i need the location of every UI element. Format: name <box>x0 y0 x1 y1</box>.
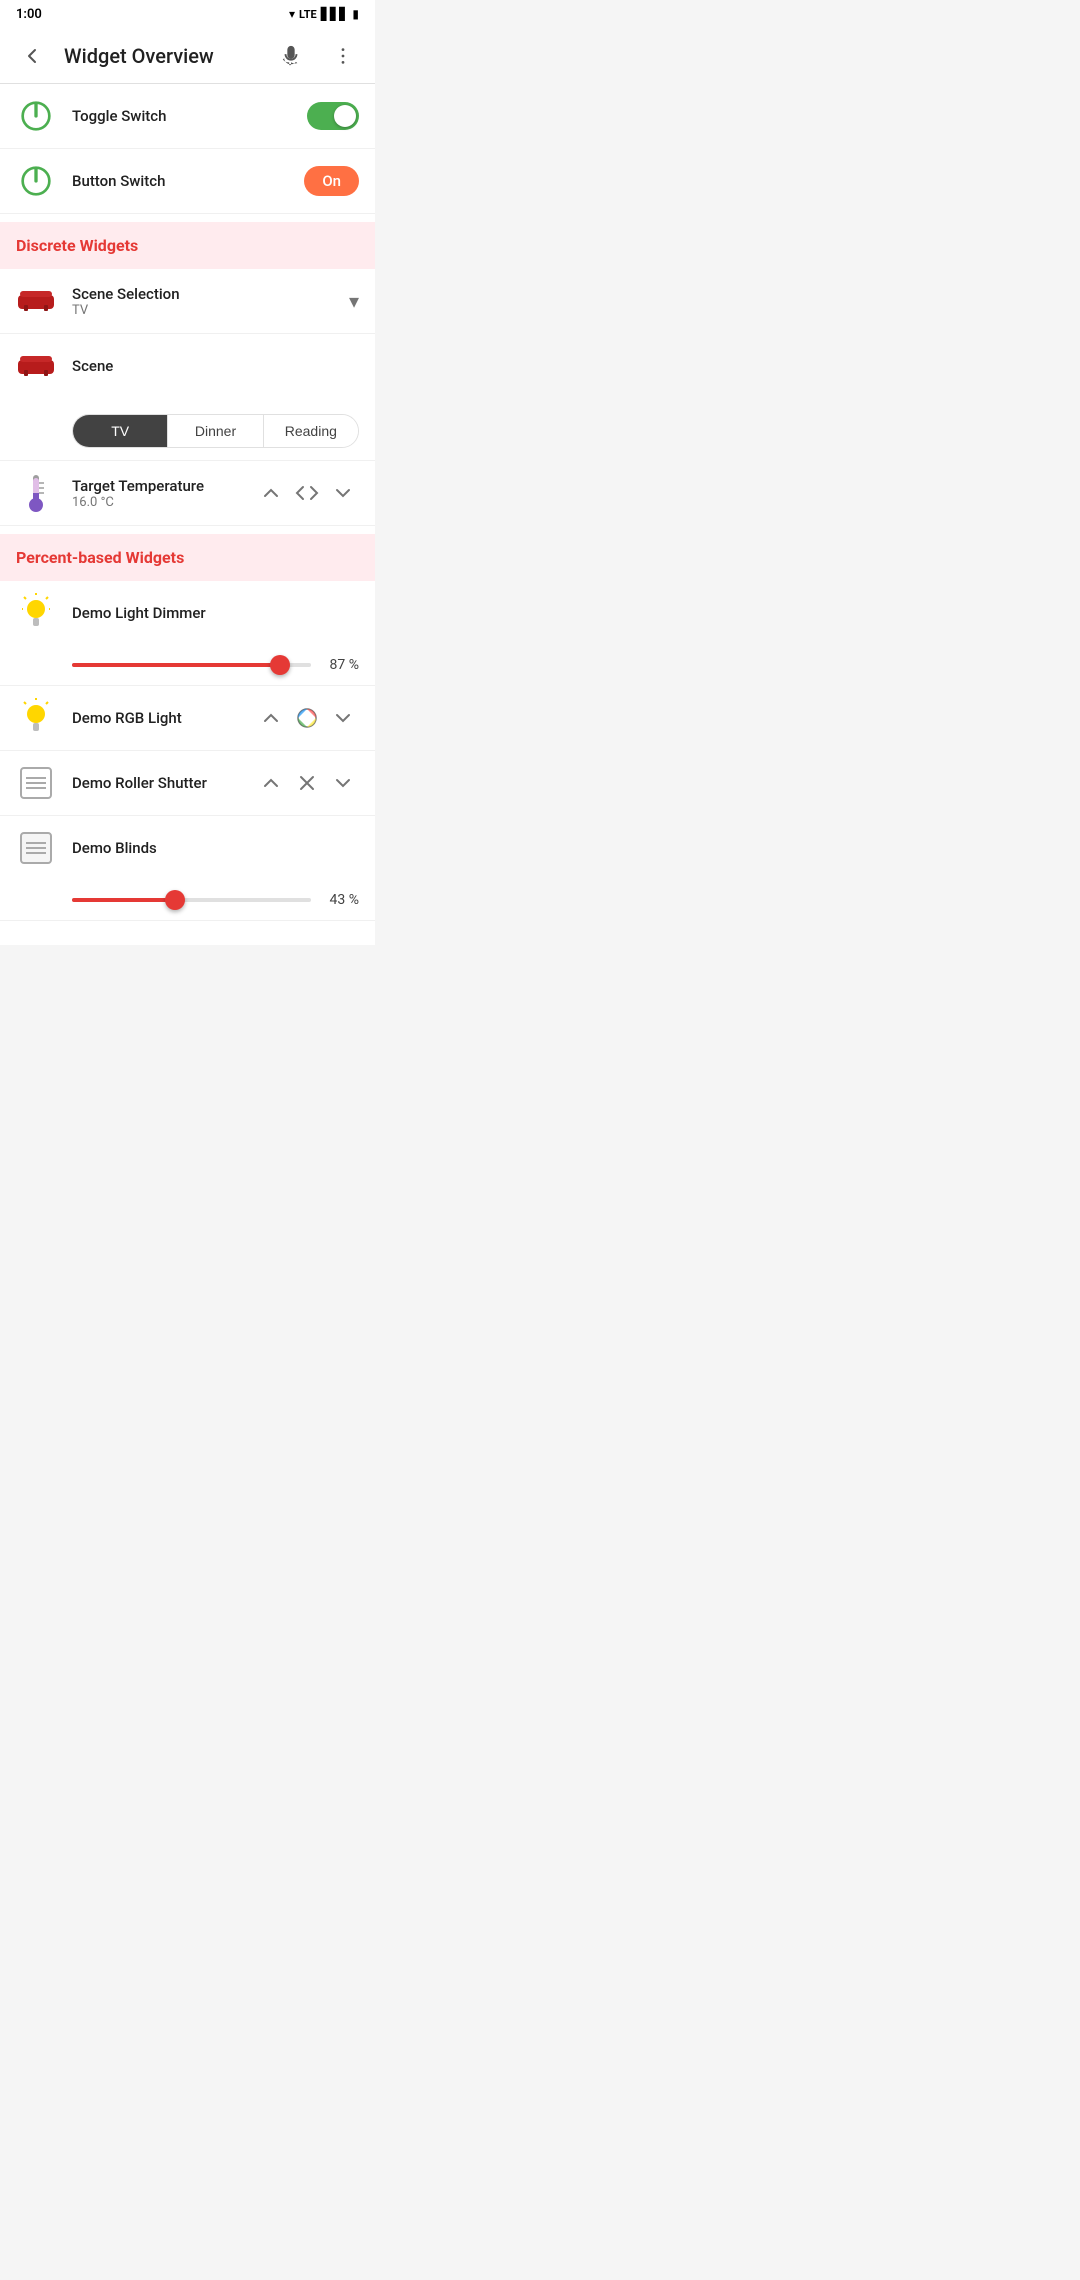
demo-blinds-icon <box>16 828 56 868</box>
demo-light-dimmer-icon <box>16 593 56 633</box>
button-switch-icon <box>16 161 56 201</box>
dimmer-slider[interactable] <box>72 663 311 667</box>
status-time: 1:00 <box>16 7 42 22</box>
demo-light-dimmer-label: Demo Light Dimmer <box>72 604 359 622</box>
demo-light-dimmer-row: Demo Light Dimmer 87 % <box>0 581 375 686</box>
button-switch-row: Button Switch On <box>0 149 375 214</box>
toggle-switch-label: Toggle Switch <box>72 107 291 125</box>
chevron-down-icon[interactable]: ▾ <box>349 289 359 313</box>
demo-rgb-light-label: Demo RGB Light <box>72 709 239 727</box>
lte-icon: LTE <box>299 8 317 21</box>
toggle-switch-control[interactable] <box>307 102 359 130</box>
roller-up-button[interactable] <box>255 767 287 799</box>
page-title: Widget Overview <box>64 44 259 68</box>
scene-dinner-button[interactable]: Dinner <box>168 415 263 447</box>
dimmer-value: 87 % <box>319 657 359 673</box>
temp-up-button[interactable] <box>255 477 287 509</box>
scene-selection-icon <box>16 281 56 321</box>
microphone-button[interactable] <box>271 36 311 76</box>
demo-blinds-label: Demo Blinds <box>72 839 359 857</box>
temperature-controls <box>255 477 359 509</box>
toggle-switch-icon <box>16 96 56 136</box>
discrete-widgets-section: Discrete Widgets <box>0 222 375 269</box>
scene-button-group: TV Dinner Reading <box>72 414 359 448</box>
blinds-slider[interactable] <box>72 898 311 902</box>
scene-label: Scene <box>72 357 359 375</box>
back-button[interactable] <box>12 36 52 76</box>
target-temperature-icon <box>16 473 56 513</box>
scene-selection-dropdown[interactable]: ▾ <box>349 289 359 313</box>
scene-reading-button[interactable]: Reading <box>264 415 358 447</box>
demo-roller-shutter-row: Demo Roller Shutter <box>0 751 375 816</box>
temp-down-button[interactable] <box>327 477 359 509</box>
battery-icon: ▮ <box>352 7 359 21</box>
app-bar: Widget Overview <box>0 28 375 84</box>
toggle-switch-row: Toggle Switch <box>0 84 375 149</box>
demo-blinds-row: Demo Blinds 43 % <box>0 816 375 921</box>
blinds-value: 43 % <box>319 892 359 908</box>
rgb-down-button[interactable] <box>327 702 359 734</box>
scene-row: Scene TV Dinner Reading <box>0 334 375 461</box>
rgb-color-button[interactable] <box>291 702 323 734</box>
demo-rgb-light-icon <box>16 698 56 738</box>
target-temperature-label: Target Temperature 16.0 °C <box>72 477 239 510</box>
demo-roller-shutter-icon <box>16 763 56 803</box>
signal-icon: ▋▋▋ <box>321 7 349 21</box>
button-switch-label: Button Switch <box>72 172 288 190</box>
content-area: Toggle Switch Button Switch On Discrete … <box>0 84 375 945</box>
status-bar: 1:00 ▾ LTE ▋▋▋ ▮ <box>0 0 375 28</box>
roller-stop-button[interactable] <box>291 767 323 799</box>
button-switch-on-button[interactable]: On <box>304 166 359 196</box>
scene-tv-button[interactable]: TV <box>73 415 168 447</box>
target-temperature-row: Target Temperature 16.0 °C <box>0 461 375 526</box>
percent-widgets-section: Percent-based Widgets <box>0 534 375 581</box>
roller-shutter-controls <box>255 767 359 799</box>
status-icons: ▾ LTE ▋▋▋ ▮ <box>289 7 359 21</box>
scene-selection-row: Scene Selection TV ▾ <box>0 269 375 334</box>
scene-icon <box>16 346 56 386</box>
demo-rgb-light-row: Demo RGB Light <box>0 686 375 751</box>
toggle-switch-input[interactable] <box>307 102 359 130</box>
rgb-light-controls <box>255 702 359 734</box>
scene-selection-label: Scene Selection TV <box>72 285 333 318</box>
rgb-up-button[interactable] <box>255 702 287 734</box>
roller-down-button[interactable] <box>327 767 359 799</box>
more-options-button[interactable] <box>323 36 363 76</box>
temp-code-button[interactable] <box>291 477 323 509</box>
button-switch-control[interactable]: On <box>304 166 359 196</box>
wifi-icon: ▾ <box>289 7 295 21</box>
demo-roller-shutter-label: Demo Roller Shutter <box>72 774 239 792</box>
